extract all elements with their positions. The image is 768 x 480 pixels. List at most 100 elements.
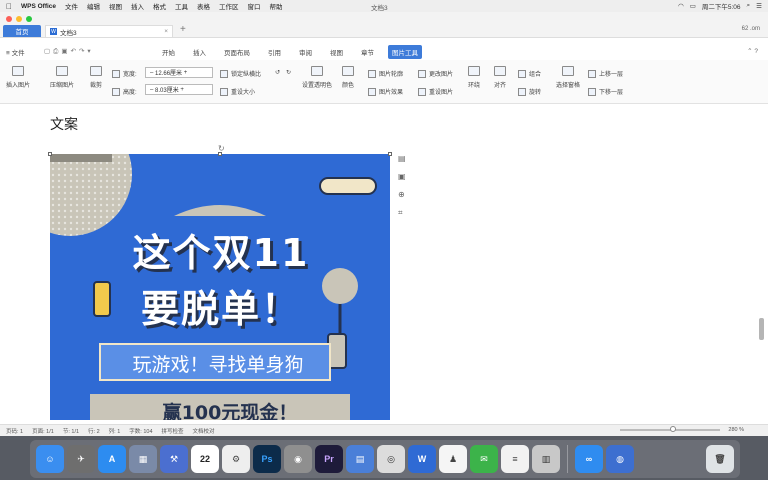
resize-handle-nw[interactable] — [48, 152, 52, 156]
crop-quick-icon[interactable]: ⌗ — [398, 208, 406, 218]
qq-icon[interactable]: ♟ — [439, 445, 467, 473]
menu-item-insert[interactable]: 插入 — [131, 1, 144, 11]
xcode-icon[interactable]: ⚒ — [160, 445, 188, 473]
premiere-icon[interactable]: Pr — [315, 445, 343, 473]
document-viewer-icon[interactable]: ▥ — [532, 445, 560, 473]
bring-forward-button[interactable]: 上移一层 — [588, 69, 623, 78]
tab-section[interactable]: 章节 — [357, 45, 378, 59]
wps-icon[interactable]: W — [408, 445, 436, 473]
menu-app-name[interactable]: WPS Office — [21, 3, 56, 10]
menu-item-tools[interactable]: 工具 — [175, 1, 188, 11]
poster-image[interactable]: 这个双11 要脱单！ 玩游戏！寻找单身狗 赢100元现金！ — [50, 154, 390, 420]
tab-page-layout[interactable]: 页面布局 — [220, 45, 254, 59]
resize-handle-ne[interactable] — [388, 152, 392, 156]
menu-item-view[interactable]: 视图 — [109, 1, 122, 11]
insert-picture-button[interactable]: 插入图片 — [6, 66, 30, 89]
lock-ratio-checkbox[interactable]: 锁定纵横比 — [220, 69, 261, 78]
close-tab-icon[interactable]: × — [164, 28, 168, 35]
change-picture-button[interactable]: 更改图片 — [418, 69, 453, 78]
menu-item-help[interactable]: 帮助 — [270, 1, 283, 11]
photos-icon[interactable]: ▦ — [129, 445, 157, 473]
wrap-label: 环绕 — [468, 83, 481, 89]
zoom-level[interactable]: 280 % — [728, 427, 744, 433]
rotate-right-icon[interactable]: ↻ — [286, 69, 291, 76]
quick-access-icons[interactable]: ▢⎙▣↶↷▾ — [44, 47, 94, 56]
rotate-left-icon[interactable]: ↺ — [275, 69, 280, 76]
ribbon-options-icon[interactable]: ⌃ ? — [747, 47, 758, 55]
menu-item-window[interactable]: 窗口 — [248, 1, 261, 11]
app-store-icon[interactable]: A — [98, 445, 126, 473]
picture-effect-button[interactable]: 图片效果 — [368, 87, 403, 96]
compress-picture-button[interactable]: 压缩图片 — [50, 66, 74, 89]
color-button[interactable]: 颜色 — [342, 66, 354, 89]
status-section: 节: 1/1 — [62, 428, 80, 435]
width-field[interactable]: – 12.66厘米 + — [145, 67, 213, 78]
menu-item-table[interactable]: 表格 — [197, 1, 210, 11]
finder-icon[interactable]: ☺ — [36, 445, 64, 473]
wrap-button[interactable]: 环绕 — [468, 66, 480, 89]
tab-insert[interactable]: 插入 — [189, 45, 210, 59]
zoom-slider[interactable] — [620, 426, 720, 432]
document-heading[interactable]: 文案 — [50, 114, 78, 134]
settings-icon[interactable]: ⚙ — [222, 445, 250, 473]
battery-icon[interactable]: ▭ — [690, 2, 696, 10]
zoom-in-icon[interactable]: ⊕ — [398, 190, 406, 199]
status-spell[interactable]: 拼写检查 — [162, 427, 184, 435]
status-words[interactable]: 字数: 104 — [129, 427, 152, 435]
menu-item-file[interactable]: 文件 — [65, 1, 78, 11]
wrap-icon — [468, 66, 480, 76]
tab-picture-tools[interactable]: 图片工具 — [388, 45, 422, 59]
select-pane-button[interactable]: 选择窗格 — [556, 66, 580, 89]
wifi-icon[interactable]: ◠ — [678, 2, 684, 10]
baidu-netdisk-icon[interactable]: ∞ — [575, 445, 603, 473]
tab-document[interactable]: W 文档3 × — [45, 25, 173, 37]
tab-review[interactable]: 审阅 — [295, 45, 316, 59]
list-icon[interactable]: ☰ — [756, 2, 762, 10]
picture-options-icon[interactable]: ▣ — [398, 172, 406, 181]
zoom-slider-knob[interactable] — [670, 426, 676, 432]
set-transparent-button[interactable]: 设置透明色 — [302, 66, 332, 89]
calendar-icon[interactable]: 22 — [191, 445, 219, 473]
zoom-window-icon[interactable] — [26, 16, 32, 22]
picture-outline-button[interactable]: 图片轮廓 — [368, 69, 403, 78]
rotate-button[interactable]: 旋转 — [518, 87, 541, 96]
height-field[interactable]: – 8.03厘米 + — [145, 84, 213, 95]
crop-button[interactable]: 裁剪 — [90, 66, 102, 89]
menu-item-workspace[interactable]: 工作区 — [219, 1, 239, 11]
tab-references[interactable]: 引用 — [264, 45, 285, 59]
menu-item-format[interactable]: 格式 — [153, 1, 166, 11]
close-window-icon[interactable] — [6, 16, 12, 22]
apple-icon[interactable]:  — [6, 2, 12, 11]
vertical-scrollbar[interactable] — [759, 318, 764, 340]
new-tab-icon[interactable]: + — [180, 24, 186, 35]
file-menu-button[interactable]: ≡ 文件 — [6, 47, 25, 57]
minimize-window-icon[interactable] — [16, 16, 22, 22]
reset-picture-button[interactable]: 重设图片 — [418, 87, 453, 96]
photoshop-icon[interactable]: Ps — [253, 445, 281, 473]
decor-pill — [319, 177, 377, 195]
search-icon[interactable]: ⌕ — [747, 2, 751, 10]
menu-item-edit[interactable]: 编辑 — [87, 1, 100, 11]
align-button[interactable]: 对齐 — [494, 66, 506, 89]
cloud-status[interactable]: 62 .om — [742, 26, 760, 32]
trash-icon[interactable]: 🗑 — [706, 445, 734, 473]
preview-icon[interactable]: ◎ — [377, 445, 405, 473]
status-doc-check[interactable]: 文档校对 — [193, 427, 215, 435]
notes-icon[interactable]: ≡ — [501, 445, 529, 473]
browser-icon[interactable]: ◍ — [606, 445, 634, 473]
layout-options-icon[interactable]: ▤ — [398, 154, 406, 163]
launchpad-icon[interactable]: ✈ — [67, 445, 95, 473]
tab-home[interactable]: 首页 — [3, 25, 41, 37]
clock[interactable]: 周二下午5:06 — [702, 1, 741, 11]
tab-view[interactable]: 视图 — [326, 45, 347, 59]
group-button[interactable]: 组合 — [518, 69, 541, 78]
rotate-flip-buttons[interactable]: ↺ ↻ — [275, 69, 291, 76]
keynote-icon[interactable]: ▤ — [346, 445, 374, 473]
document-canvas[interactable]: 文案 这个双11 要脱单！ 玩游戏！寻找单身狗 赢100元现金！ ↻ ▤ ▣ ⊕… — [0, 104, 768, 424]
send-backward-button[interactable]: 下移一层 — [588, 87, 623, 96]
reset-size-button[interactable]: 重设大小 — [220, 87, 255, 96]
rotate-handle-icon[interactable]: ↻ — [218, 144, 225, 153]
tab-start[interactable]: 开始 — [158, 45, 179, 59]
disk-utility-icon[interactable]: ◉ — [284, 445, 312, 473]
wechat-icon[interactable]: ✉ — [470, 445, 498, 473]
